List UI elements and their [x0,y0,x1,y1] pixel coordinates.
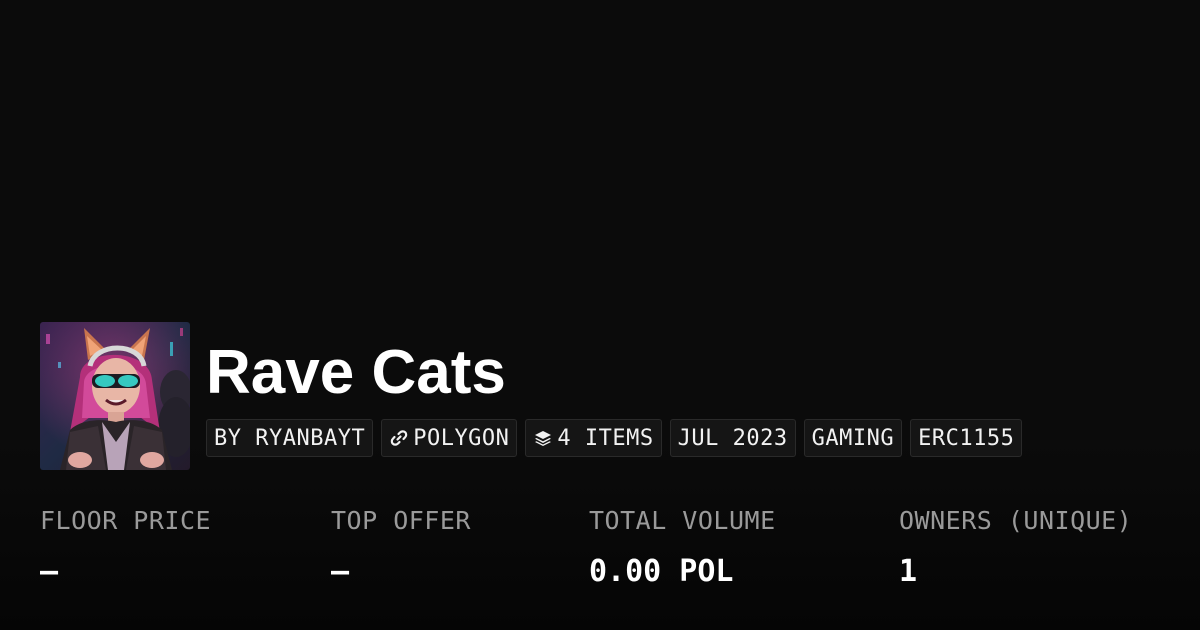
collection-avatar [40,322,190,470]
stat-owners-value: 1 [899,554,918,589]
tag-date-label: JUL 2023 [677,425,788,451]
stat-top-offer: TOP OFFER – [331,506,471,589]
stat-total-volume-value: 0.00 POL [589,554,734,589]
stat-total-volume-label: TOTAL VOLUME [589,506,776,535]
stat-floor-price-value: – [40,554,59,589]
tag-category[interactable]: GAMING [803,419,903,457]
stat-floor-price-label: FLOOR PRICE [40,506,212,535]
stat-floor-price: FLOOR PRICE – [40,506,211,589]
tag-creator-label: BY RYANBAYT [214,425,366,451]
cyberpunk-cat-girl-avatar [40,322,190,470]
collection-tags: BY RYANBAYT POLYGON 4 ITEMS JUL 2023 GAM… [206,419,1023,457]
collection-header: Rave Cats BY RYANBAYT POLYGON 4 ITEMS JU… [40,322,1023,470]
collection-title: Rave Cats [206,338,506,407]
tag-items[interactable]: 4 ITEMS [525,419,662,457]
tag-creator[interactable]: BY RYANBAYT [206,419,374,457]
tag-chain-label: POLYGON [413,425,510,451]
layers-icon [533,428,553,448]
tag-date: JUL 2023 [669,419,796,457]
link-icon [389,428,409,448]
stat-owners-label: OWNERS (UNIQUE) [899,506,1133,535]
header-info: Rave Cats BY RYANBAYT POLYGON 4 ITEMS JU… [206,322,1023,457]
stat-top-offer-value: – [331,554,350,589]
page-background: Rave Cats BY RYANBAYT POLYGON 4 ITEMS JU… [0,0,1200,630]
tag-standard: ERC1155 [910,419,1023,457]
stat-total-volume: TOTAL VOLUME 0.00 POL [589,506,776,589]
tag-category-label: GAMING [811,425,895,451]
tag-chain[interactable]: POLYGON [381,419,518,457]
tag-items-label: 4 ITEMS [557,425,654,451]
stat-owners: OWNERS (UNIQUE) 1 [899,506,1132,589]
stat-top-offer-label: TOP OFFER [331,506,471,535]
tag-standard-label: ERC1155 [918,425,1015,451]
